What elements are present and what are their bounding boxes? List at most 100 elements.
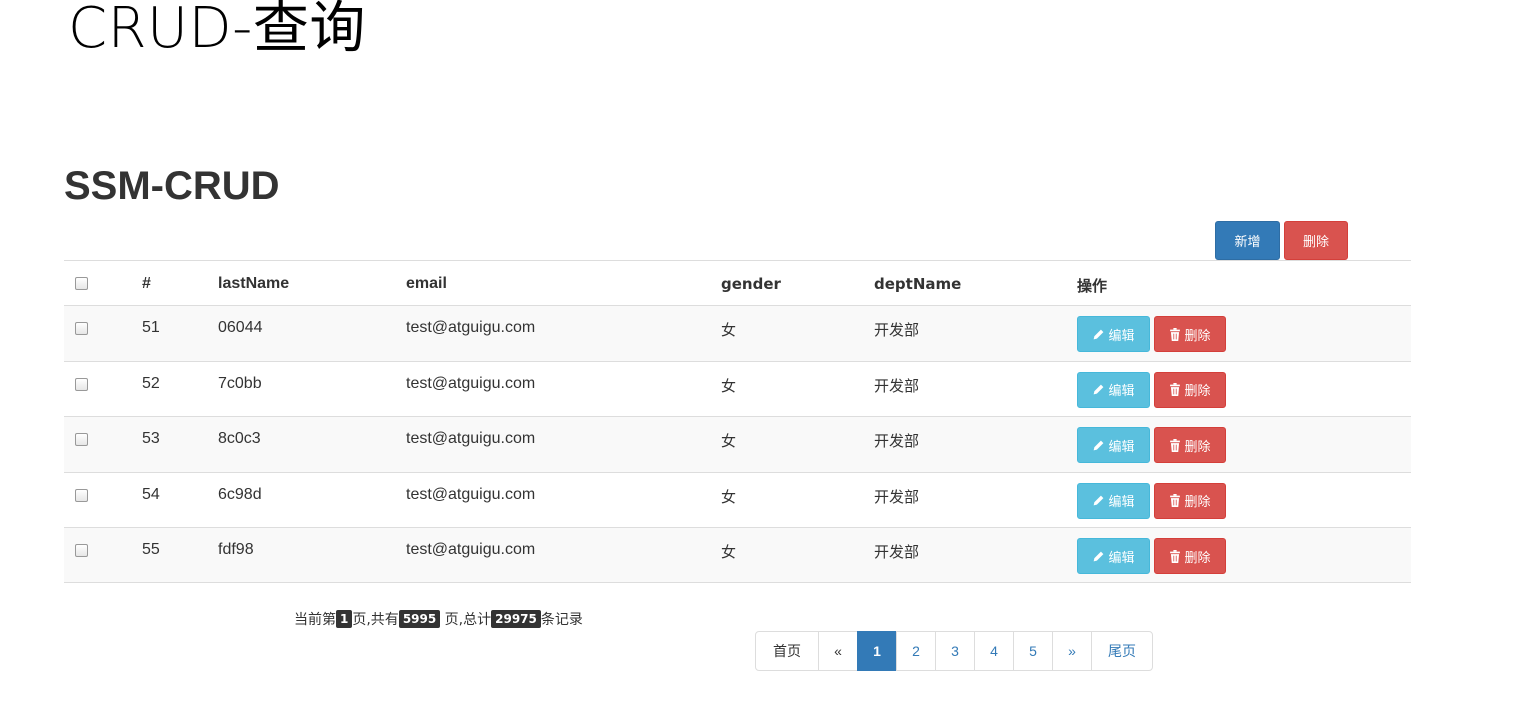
pagination: 首页 « 1 2 3 4 5 » 尾页 — [755, 631, 1153, 671]
row-email: test@atguigu.com — [406, 541, 536, 558]
last-page-link[interactable]: 尾页 — [1091, 631, 1153, 671]
trash-icon — [1170, 494, 1181, 507]
first-page-link[interactable]: 首页 — [755, 631, 819, 671]
row-gender: 女 — [721, 321, 737, 339]
row-id: 55 — [142, 541, 160, 558]
next-page-link[interactable]: » — [1052, 631, 1092, 671]
delete-button-label: 删除 — [1184, 328, 1211, 344]
edit-button-label: 编辑 — [1108, 495, 1135, 510]
total-records-badge: 29975 — [491, 610, 541, 628]
header-operations: 操作 — [1077, 277, 1108, 295]
next-page-label: » — [1068, 643, 1076, 659]
slide-title: CRUD-查询 — [68, 0, 366, 61]
prev-page-label: « — [834, 643, 842, 659]
row-id: 54 — [142, 485, 160, 503]
add-button-label: 新增 — [1234, 235, 1261, 250]
row-id: 52 — [142, 374, 160, 392]
total-pages-badge: 5995 — [398, 610, 441, 628]
delete-button[interactable]: 删除 — [1154, 427, 1226, 463]
delete-button[interactable]: 删除 — [1154, 482, 1226, 519]
edit-button-label: 编辑 — [1108, 384, 1135, 399]
row-dept-name: 开发部 — [874, 321, 920, 339]
row-id: 51 — [142, 319, 160, 336]
delete-button-label: 删除 — [1302, 235, 1329, 250]
pencil-icon — [1094, 495, 1104, 506]
row-checkbox[interactable] — [75, 433, 88, 446]
header-email: email — [406, 275, 447, 292]
employee-table: # lastName email gender deptName 操作 51 0… — [64, 260, 1411, 583]
header-id: # — [142, 275, 151, 292]
trash-icon — [1170, 383, 1181, 396]
trash-icon — [1170, 327, 1181, 341]
row-id: 53 — [142, 430, 160, 447]
row-email: test@atguigu.com — [406, 374, 536, 392]
row-gender: 女 — [721, 543, 737, 561]
table-row: 52 7c0bb test@atguigu.com 女 开发部 编辑 删除 — [64, 360, 1411, 417]
page-link-4[interactable]: 4 — [974, 631, 1014, 671]
pencil-icon — [1094, 551, 1104, 561]
pencil-icon — [1094, 440, 1104, 450]
last-page-label: 尾页 — [1108, 644, 1136, 660]
page-link-5[interactable]: 5 — [1013, 631, 1053, 671]
row-gender: 女 — [721, 432, 737, 450]
select-all-checkbox[interactable] — [75, 277, 88, 290]
page-info: 当前第 1 页,共有 5995 页,总计 29975 条记录 — [294, 609, 583, 629]
page-info-middle1: 页,共有 — [352, 612, 399, 628]
row-last-name: 7c0bb — [218, 374, 262, 392]
page-link-2[interactable]: 2 — [896, 631, 936, 671]
edit-button[interactable]: 编辑 — [1077, 427, 1150, 463]
row-last-name: 6c98d — [218, 485, 262, 503]
row-gender: 女 — [721, 376, 737, 395]
row-email: test@atguigu.com — [406, 485, 536, 503]
row-email: test@atguigu.com — [406, 319, 536, 336]
delete-button[interactable]: 删除 — [1154, 538, 1226, 574]
header-dept-name: deptName — [874, 275, 962, 293]
page-info-middle2: 页,总计 — [440, 612, 492, 628]
row-dept-name: 开发部 — [874, 376, 920, 395]
row-last-name: 8c0c3 — [218, 430, 261, 447]
page-number: 5 — [1029, 643, 1037, 659]
pencil-icon — [1094, 329, 1104, 339]
page-number: 1 — [873, 643, 881, 659]
delete-button[interactable]: 删除 — [1154, 316, 1226, 352]
table-row: 53 8c0c3 test@atguigu.com 女 开发部 编辑 删除 — [64, 416, 1411, 472]
row-dept-name: 开发部 — [874, 432, 920, 450]
delete-button[interactable]: 删除 — [1154, 371, 1226, 408]
edit-button-label: 编辑 — [1108, 439, 1135, 455]
trash-icon — [1170, 438, 1181, 452]
trash-icon — [1170, 549, 1181, 563]
row-last-name: fdf98 — [218, 541, 254, 558]
table-row: 55 fdf98 test@atguigu.com 女 开发部 编辑 删除 — [64, 527, 1411, 583]
row-checkbox[interactable] — [75, 322, 88, 335]
delete-button-label: 删除 — [1184, 384, 1211, 399]
add-employee-button[interactable]: 新增 — [1215, 221, 1280, 260]
page-title: SSM-CRUD — [64, 164, 280, 208]
page-info-prefix: 当前第 — [294, 612, 336, 628]
header-last-name: lastName — [218, 275, 290, 292]
delete-button-label: 删除 — [1184, 550, 1211, 566]
row-gender: 女 — [721, 487, 737, 506]
header-gender: gender — [721, 275, 781, 293]
row-email: test@atguigu.com — [406, 430, 536, 447]
edit-button[interactable]: 编辑 — [1077, 371, 1150, 408]
delete-selected-button[interactable]: 删除 — [1284, 221, 1348, 260]
first-page-label: 首页 — [773, 644, 801, 660]
page-link-3[interactable]: 3 — [935, 631, 975, 671]
delete-button-label: 删除 — [1184, 439, 1211, 455]
pencil-icon — [1094, 384, 1104, 395]
table-row: 51 06044 test@atguigu.com 女 开发部 编辑 删除 — [64, 305, 1411, 361]
prev-page-link[interactable]: « — [818, 631, 858, 671]
delete-button-label: 删除 — [1184, 495, 1211, 510]
page-link-1[interactable]: 1 — [857, 631, 897, 671]
row-dept-name: 开发部 — [874, 487, 920, 506]
page-number: 3 — [951, 643, 959, 659]
row-checkbox[interactable] — [75, 377, 88, 391]
row-checkbox[interactable] — [75, 544, 88, 557]
row-checkbox[interactable] — [75, 488, 88, 502]
edit-button[interactable]: 编辑 — [1077, 482, 1150, 519]
edit-button[interactable]: 编辑 — [1077, 316, 1150, 352]
edit-button[interactable]: 编辑 — [1077, 538, 1150, 574]
edit-button-label: 编辑 — [1108, 550, 1135, 566]
row-dept-name: 开发部 — [874, 543, 920, 561]
page-info-suffix: 条记录 — [540, 612, 583, 628]
